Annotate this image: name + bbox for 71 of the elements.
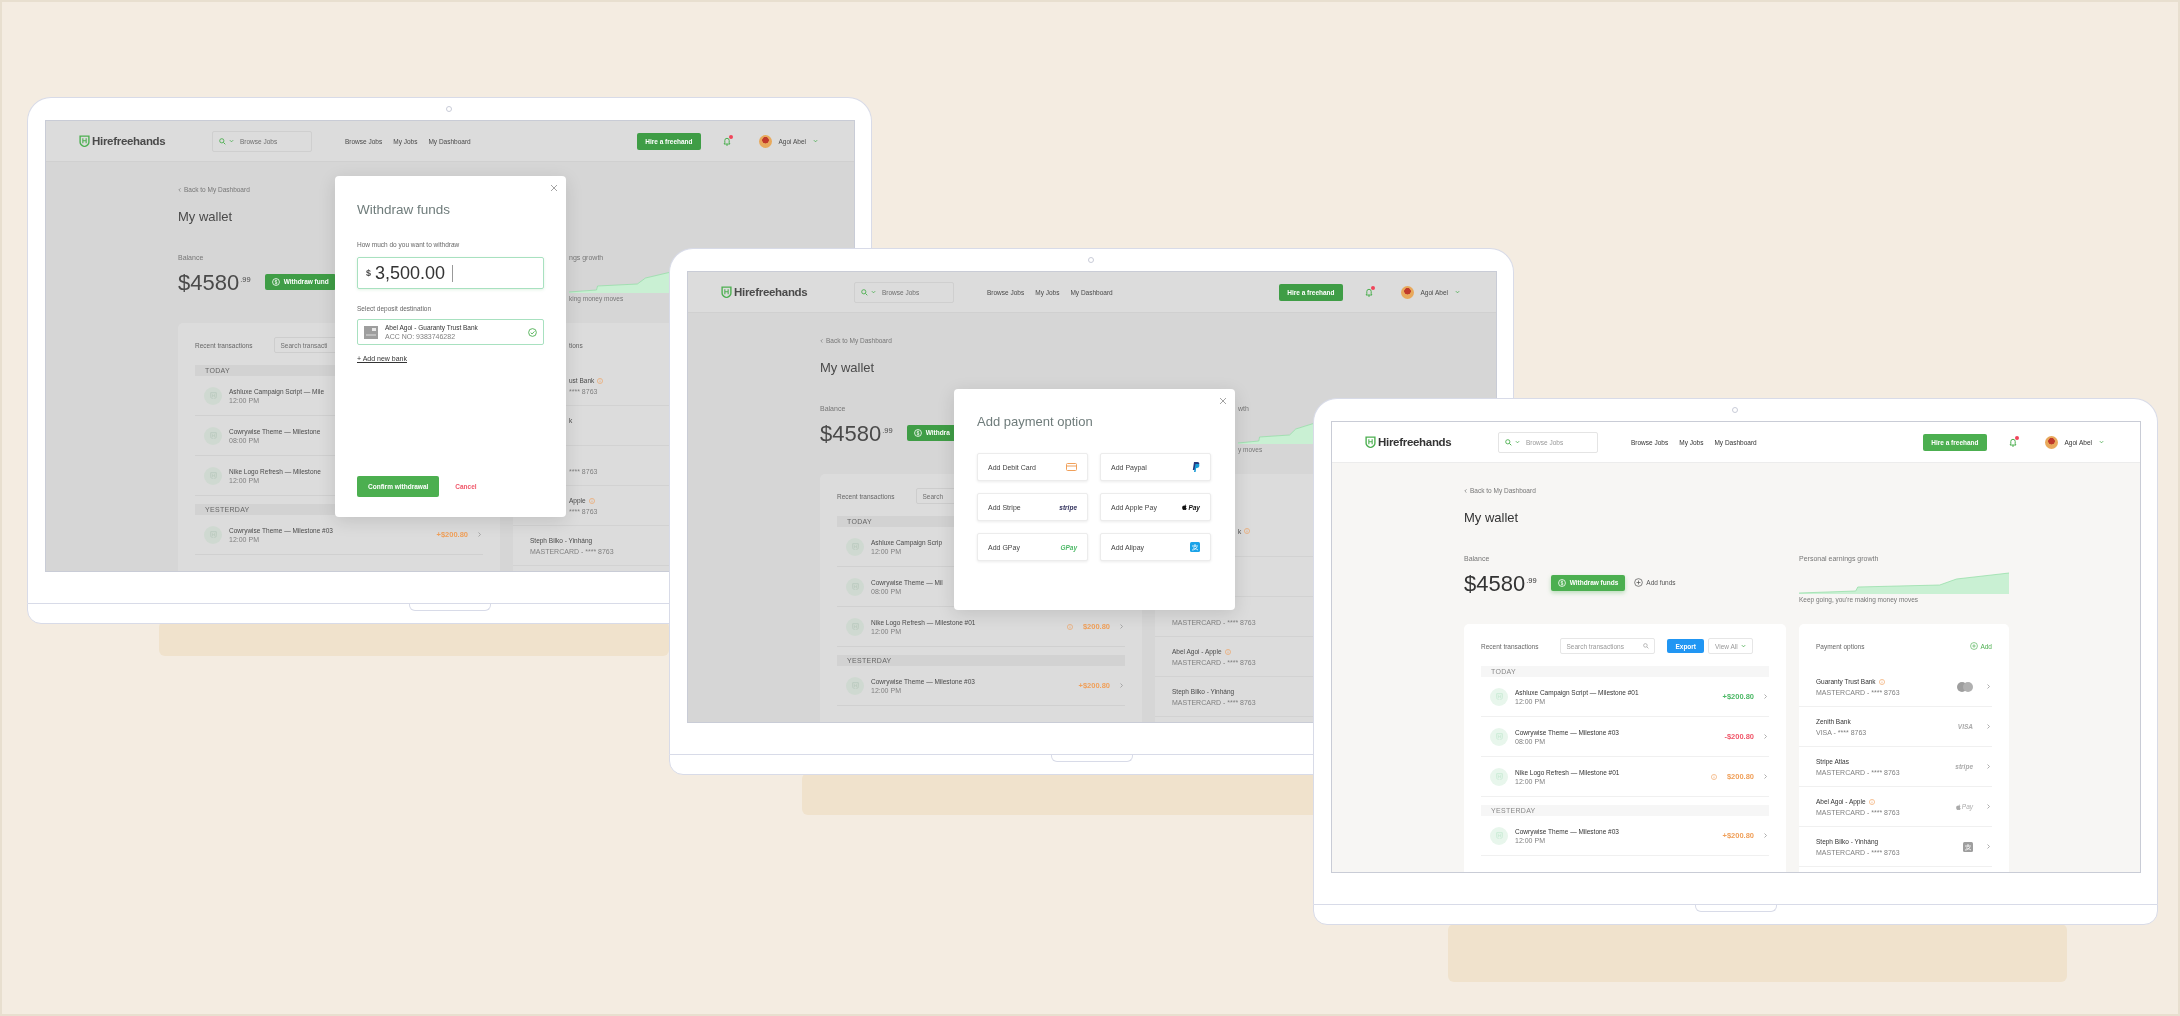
page-title: My wallet bbox=[178, 209, 233, 225]
card-brand-icon bbox=[1957, 681, 1973, 692]
close-icon bbox=[1219, 397, 1227, 405]
dollar-icon bbox=[913, 428, 922, 437]
dialog-title: Withdraw funds bbox=[357, 202, 452, 217]
camera-icon bbox=[1732, 407, 1738, 413]
chevron-left-icon bbox=[178, 187, 181, 192]
chevron-left-icon bbox=[1464, 488, 1467, 493]
brand-name[interactable]: Hirefreehands bbox=[734, 286, 808, 298]
chevron-right-icon[interactable] bbox=[478, 532, 481, 537]
camera-icon bbox=[446, 106, 452, 112]
chevron-right-icon[interactable] bbox=[1987, 844, 1990, 849]
caret-icon bbox=[2099, 440, 2104, 444]
apple-icon bbox=[1955, 803, 1961, 810]
chevron-right-icon[interactable] bbox=[1764, 694, 1767, 699]
plus-circle-icon bbox=[1970, 642, 1979, 650]
search-icon bbox=[861, 288, 868, 296]
chevron-right-icon[interactable] bbox=[1764, 774, 1767, 779]
close-button[interactable] bbox=[550, 184, 558, 192]
caret-icon bbox=[1455, 290, 1460, 294]
bank-card-icon bbox=[364, 325, 378, 339]
chevron-right-icon[interactable] bbox=[1987, 724, 1990, 729]
close-icon bbox=[550, 184, 558, 192]
bell-icon[interactable] bbox=[2008, 437, 2017, 447]
user-avatar[interactable] bbox=[2044, 435, 2058, 449]
shield-icon bbox=[1495, 732, 1503, 741]
search-icon bbox=[1643, 643, 1650, 649]
paypal-icon bbox=[1192, 462, 1200, 472]
shield-icon bbox=[1495, 772, 1503, 781]
plus-circle-icon bbox=[1634, 578, 1644, 588]
dollar-icon bbox=[1557, 578, 1566, 587]
user-avatar[interactable] bbox=[1400, 285, 1414, 299]
shield-logo-icon bbox=[79, 134, 90, 148]
caret-icon bbox=[229, 139, 234, 143]
chevron-right-icon[interactable] bbox=[1987, 684, 1990, 689]
credit-card-icon bbox=[1066, 463, 1077, 471]
chevron-right-icon[interactable] bbox=[1120, 624, 1123, 629]
dialog-title: Add payment option bbox=[977, 414, 1094, 429]
chevron-right-icon[interactable] bbox=[1120, 683, 1123, 688]
brand-name[interactable]: Hirefreehands bbox=[1378, 436, 1452, 448]
search-icon bbox=[219, 137, 226, 145]
caret-icon bbox=[1740, 644, 1746, 648]
chevron-right-icon[interactable] bbox=[1987, 804, 1990, 809]
page-title: My wallet bbox=[1464, 510, 1519, 526]
brand-name[interactable]: Hirefreehands bbox=[92, 135, 166, 147]
amount-field[interactable]: $ 3,500.00 bbox=[357, 257, 544, 289]
chevron-right-icon[interactable] bbox=[1764, 734, 1767, 739]
shield-icon bbox=[1495, 831, 1503, 840]
chevron-right-icon[interactable] bbox=[1987, 764, 1990, 769]
dollar-icon bbox=[271, 277, 280, 286]
bell-icon[interactable] bbox=[1364, 287, 1373, 297]
alipay-icon bbox=[1190, 542, 1200, 552]
close-button[interactable] bbox=[1219, 397, 1227, 405]
caret-icon bbox=[871, 290, 876, 294]
caret-icon bbox=[1515, 440, 1520, 444]
shield-logo-icon bbox=[1365, 435, 1376, 449]
chevron-left-icon bbox=[820, 338, 823, 343]
balance-amount: $4580$^{.99}$ bbox=[178, 269, 251, 297]
balance-amount: $4580$^{.99}$ bbox=[820, 420, 893, 448]
balance-amount: $4580$^{.99}$ bbox=[1464, 570, 1537, 598]
alipay-icon bbox=[1963, 841, 1973, 852]
shield-logo-icon bbox=[721, 285, 732, 299]
user-avatar[interactable] bbox=[758, 134, 772, 148]
shield-icon bbox=[1495, 692, 1503, 701]
bell-icon[interactable] bbox=[722, 136, 731, 146]
camera-icon bbox=[1088, 257, 1094, 263]
search-icon bbox=[1505, 438, 1512, 446]
page-title: My wallet bbox=[820, 360, 875, 376]
caret-icon bbox=[813, 139, 818, 143]
apple-icon bbox=[1182, 504, 1188, 510]
chevron-right-icon[interactable] bbox=[1764, 833, 1767, 838]
